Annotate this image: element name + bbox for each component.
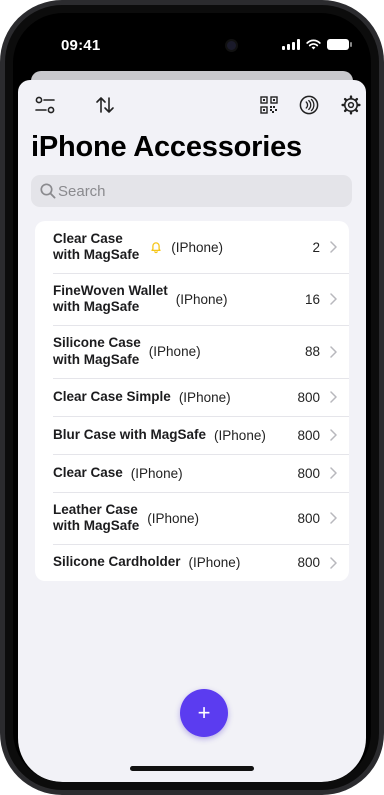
item-count: 2 — [312, 239, 320, 255]
accessories-list: Clear Case with MagSafe (IPhone) 2 FineW… — [35, 221, 349, 581]
nfc-icon — [299, 95, 319, 115]
item-name: Clear Case Simple — [53, 388, 171, 404]
item-device: (IPhone) — [178, 389, 231, 405]
status-icons — [282, 39, 352, 50]
item-count: 800 — [297, 389, 320, 405]
item-name: FineWoven Wallet with MagSafe — [53, 283, 168, 316]
filter-button[interactable] — [32, 92, 58, 118]
item-name: Silicone Cardholder — [53, 554, 181, 570]
chevron-right-icon — [330, 345, 337, 358]
item-device: (IPhone) — [214, 427, 266, 443]
item-device: (IPhone) — [147, 510, 200, 526]
sort-icon — [96, 97, 114, 113]
list-item[interactable]: Clear Case (IPhone) 800 — [35, 454, 349, 492]
item-count: 800 — [297, 510, 320, 526]
item-device: (IPhone) — [171, 239, 224, 255]
chevron-right-icon — [330, 512, 337, 524]
phone-frame: 09:41 iPhone Accessories Search Clear Ca… — [0, 0, 384, 795]
gear-icon — [341, 95, 361, 115]
list-item[interactable]: Leather Case with MagSafe (IPhone) 800 — [35, 492, 349, 544]
chevron-right-icon — [330, 293, 337, 305]
chevron-right-icon — [330, 556, 337, 569]
item-count: 16 — [304, 291, 320, 307]
item-name: Clear Case with MagSafe — [53, 231, 139, 264]
search-icon — [40, 183, 56, 199]
list-item[interactable]: Clear Case Simple (IPhone) 800 — [35, 378, 349, 416]
settings-button[interactable] — [338, 92, 364, 118]
item-name: Clear Case — [53, 464, 123, 480]
qr-code-icon — [260, 96, 278, 114]
home-indicator — [130, 766, 254, 771]
item-count: 800 — [297, 465, 320, 481]
item-device: (IPhone) — [188, 555, 241, 570]
item-count: 800 — [297, 427, 320, 443]
toolbar — [18, 80, 366, 128]
item-name-line1: FineWoven Wallet — [53, 282, 168, 298]
item-device: (IPhone) — [175, 291, 228, 307]
item-name-line2: with MagSafe — [53, 351, 140, 367]
filter-icon — [35, 96, 55, 114]
item-name-line2: with MagSafe — [53, 518, 140, 533]
chevron-right-icon — [330, 241, 337, 253]
wifi-icon — [306, 39, 321, 50]
item-name-line1: Leather Case — [53, 501, 138, 517]
screen: 09:41 iPhone Accessories Search Clear Ca… — [13, 13, 371, 782]
item-count: 800 — [297, 555, 320, 570]
status-bar: 09:41 — [13, 13, 371, 65]
item-count: 88 — [304, 344, 320, 359]
sort-button[interactable] — [92, 92, 118, 118]
item-device: (IPhone) — [130, 465, 183, 481]
item-name-line2: with MagSafe — [53, 247, 140, 262]
list-item[interactable]: FineWoven Wallet with MagSafe (IPhone) 1… — [35, 273, 349, 325]
search-input[interactable] — [58, 175, 338, 207]
main-sheet: iPhone Accessories Clear Case with MagSa… — [18, 80, 366, 782]
item-name-line1: Clear Case — [53, 230, 123, 246]
add-item-button[interactable]: + — [180, 689, 228, 737]
item-name-line1: Silicone Case — [53, 335, 141, 350]
item-name: Leather Case with MagSafe — [53, 502, 139, 535]
item-name: Silicone Case with MagSafe — [53, 335, 141, 368]
chevron-right-icon — [330, 429, 337, 441]
page-title: iPhone Accessories — [31, 131, 302, 163]
chevron-right-icon — [330, 467, 337, 479]
bell-icon — [149, 240, 163, 254]
cellular-signal-icon — [282, 39, 300, 50]
item-name: Blur Case with MagSafe — [53, 426, 207, 442]
chevron-right-icon — [330, 391, 337, 403]
camera-icon — [227, 41, 236, 50]
item-device: (IPhone) — [148, 344, 201, 359]
list-item[interactable]: Clear Case with MagSafe (IPhone) 2 — [35, 221, 349, 273]
plus-icon: + — [197, 700, 211, 725]
list-item[interactable]: Blur Case with MagSafe (IPhone) 800 — [35, 416, 349, 454]
item-name-line2: with MagSafe — [53, 299, 140, 314]
search-bar[interactable] — [31, 175, 352, 207]
status-time: 09:41 — [61, 37, 101, 54]
list-item[interactable]: Silicone Cardholder (IPhone) 800 — [35, 544, 349, 581]
battery-icon — [327, 39, 352, 50]
nfc-button[interactable] — [296, 92, 322, 118]
list-item[interactable]: Silicone Case with MagSafe (IPhone) 88 — [35, 325, 349, 378]
qr-code-button[interactable] — [256, 92, 282, 118]
